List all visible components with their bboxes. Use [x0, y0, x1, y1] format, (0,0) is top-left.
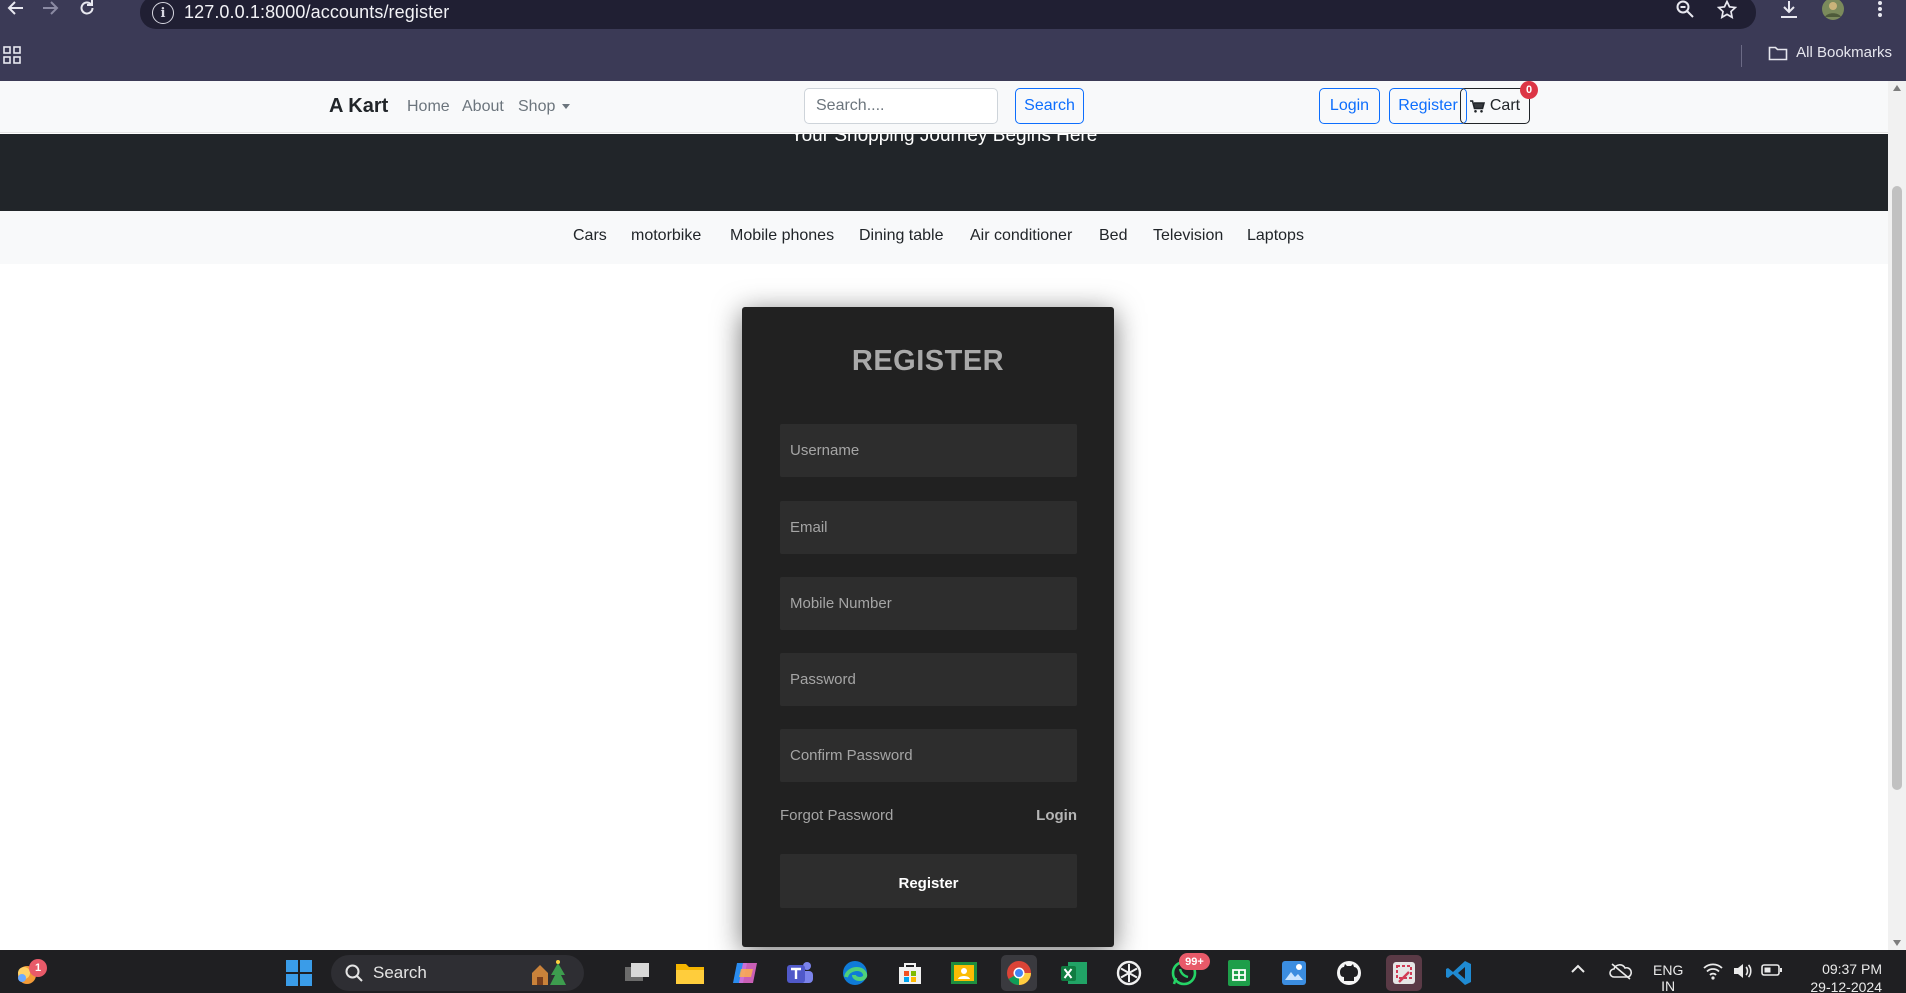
show-hidden-icons-chevron-icon[interactable] [1570, 962, 1586, 974]
copilot-icon[interactable] [727, 955, 763, 991]
back-icon[interactable] [4, 0, 28, 18]
widgets-badge: 1 [29, 959, 47, 977]
username-field[interactable] [780, 424, 1077, 477]
browser-menu-icon[interactable] [1868, 0, 1892, 21]
onedrive-offline-icon[interactable] [1609, 962, 1633, 980]
vscode-icon[interactable] [1441, 955, 1477, 991]
search-icon [345, 964, 363, 982]
cart-icon [1469, 99, 1485, 113]
reload-icon[interactable] [75, 0, 99, 18]
excel-icon[interactable] [1056, 955, 1092, 991]
scroll-thumb[interactable] [1892, 186, 1902, 790]
taskbar-search[interactable]: Search [331, 955, 584, 991]
password-field[interactable] [780, 653, 1077, 706]
email-field[interactable] [780, 501, 1077, 554]
nav-home[interactable]: Home [407, 98, 450, 116]
folder-icon [1768, 45, 1788, 61]
category-bed[interactable]: Bed [1099, 227, 1127, 245]
category-air-conditioner[interactable]: Air conditioner [970, 227, 1072, 245]
windows-start-icon[interactable] [281, 955, 317, 991]
all-bookmarks-label[interactable]: All Bookmarks [1796, 44, 1892, 61]
caret-down-icon [562, 104, 571, 110]
register-button[interactable]: Register [1389, 88, 1467, 124]
page-scrollbar[interactable] [1888, 81, 1906, 950]
site-info-icon[interactable]: i [152, 2, 174, 24]
search-input[interactable] [804, 88, 998, 124]
mobile-number-field[interactable] [780, 577, 1077, 630]
apps-grid-icon[interactable] [2, 45, 22, 65]
login-button[interactable]: Login [1319, 88, 1380, 124]
browser-chrome: i 127.0.0.1:8000/accounts/register All B… [0, 0, 1906, 81]
clock[interactable]: 09:37 PM 29-12-2024 [1800, 960, 1882, 993]
wifi-icon[interactable] [1703, 962, 1723, 980]
brand-logo[interactable]: A Kart [329, 95, 388, 118]
teams-icon[interactable] [782, 955, 818, 991]
file-explorer-icon[interactable] [672, 955, 708, 991]
github-icon[interactable] [1331, 955, 1367, 991]
snipping-tool-icon[interactable] [1386, 955, 1422, 991]
profile-avatar[interactable] [1820, 0, 1846, 22]
taskbar-search-label: Search [373, 963, 427, 982]
whatsapp-badge: 99+ [1179, 953, 1210, 970]
language-line1: ENG [1653, 962, 1684, 978]
category-dining-table[interactable]: Dining table [859, 227, 944, 245]
clock-time: 09:37 PM [1822, 961, 1882, 977]
volume-icon[interactable] [1732, 962, 1752, 980]
scroll-up-arrow-icon[interactable] [1893, 85, 1901, 91]
cart-label: Cart [1489, 97, 1521, 114]
forgot-password-link[interactable]: Forgot Password [780, 807, 893, 824]
holiday-search-highlight-icon [528, 959, 568, 987]
nav-shop-dropdown[interactable]: Shop [518, 98, 571, 116]
clock-date: 29-12-2024 [1810, 979, 1882, 993]
language-line2: IN [1661, 978, 1676, 993]
register-card: REGISTER [742, 307, 1114, 947]
cart-count-badge: 0 [1520, 81, 1538, 99]
chatgpt-icon[interactable] [1111, 955, 1147, 991]
language-indicator[interactable]: ENG IN [1653, 962, 1683, 993]
download-icon[interactable] [1778, 0, 1800, 21]
category-laptops[interactable]: Laptops [1247, 227, 1304, 245]
image-editor-icon[interactable] [1276, 955, 1312, 991]
bookmarks-divider [1741, 45, 1742, 67]
google-sheets-icon[interactable] [1221, 955, 1257, 991]
forward-icon[interactable] [38, 0, 62, 18]
category-bar: Cars motorbike Mobile phones Dining tabl… [0, 211, 1888, 264]
cart-button[interactable]: Cart [1460, 88, 1530, 124]
bookmark-star-icon[interactable] [1716, 0, 1738, 19]
category-mobile-phones[interactable]: Mobile phones [730, 227, 834, 245]
login-link[interactable]: Login [1036, 807, 1077, 824]
hero-banner: Your Shopping Journey Begins Here [0, 134, 1888, 211]
taskbar: 1 Search 99+ ENG IN 09:37 PM 29-12-2024 [0, 950, 1906, 993]
hero-tagline: Your Shopping Journey Begins Here [790, 134, 1098, 146]
task-view-icon[interactable] [619, 955, 655, 991]
page-viewport: A Kart Home About Shop Search Login Regi… [0, 81, 1888, 950]
edge-icon[interactable] [837, 955, 873, 991]
register-title: REGISTER [851, 345, 1005, 377]
address-bar[interactable]: i 127.0.0.1:8000/accounts/register [140, 0, 1756, 29]
chrome-icon[interactable] [1001, 955, 1037, 991]
scroll-down-arrow-icon[interactable] [1893, 940, 1901, 946]
category-motorbike[interactable]: motorbike [631, 227, 701, 245]
search-button[interactable]: Search [1015, 88, 1084, 124]
microsoft-store-icon[interactable] [892, 955, 928, 991]
category-television[interactable]: Television [1153, 227, 1223, 245]
category-cars[interactable]: Cars [573, 227, 607, 245]
address-url[interactable]: 127.0.0.1:8000/accounts/register [184, 2, 449, 23]
nav-shop-label: Shop [518, 98, 556, 115]
battery-icon[interactable] [1761, 963, 1783, 977]
zoom-icon[interactable] [1674, 0, 1696, 19]
navbar: A Kart Home About Shop Search Login Regi… [0, 81, 1888, 133]
register-submit-button[interactable]: Register [780, 854, 1077, 908]
google-classroom-icon[interactable] [946, 955, 982, 991]
nav-about[interactable]: About [462, 98, 504, 116]
all-bookmarks[interactable]: All Bookmarks [1768, 44, 1892, 61]
confirm-password-field[interactable] [780, 729, 1077, 782]
